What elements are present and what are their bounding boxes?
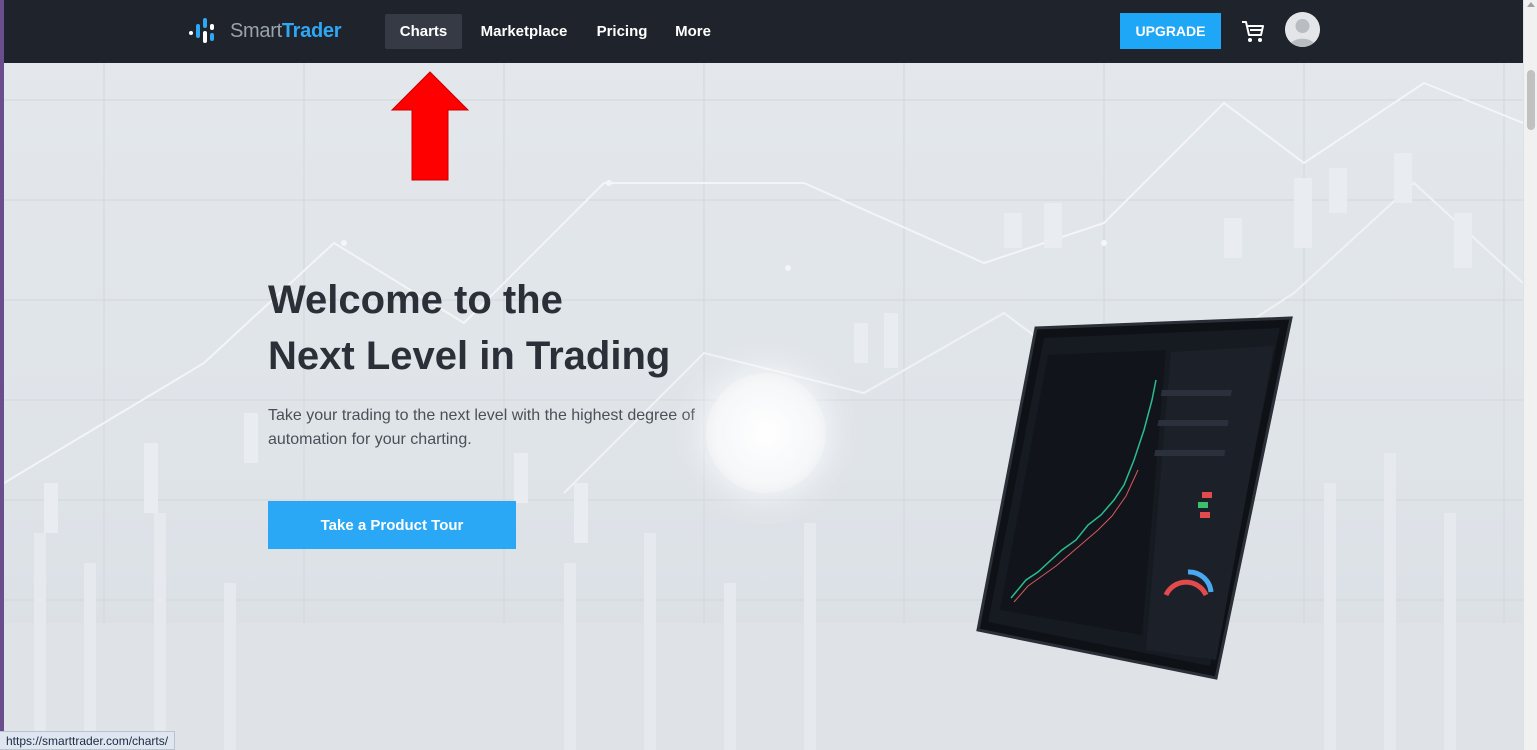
vertical-scrollbar[interactable] <box>1523 0 1537 750</box>
brand-name: SmartTrader <box>230 20 341 43</box>
brand-logo[interactable]: SmartTrader <box>186 14 341 48</box>
tablet-illustration <box>976 316 1293 680</box>
browser-status-url: https://smarttrader.com/charts/ <box>0 731 176 750</box>
glow-circle <box>706 373 826 493</box>
top-navbar: SmartTrader Charts Marketplace Pricing M… <box>4 0 1523 63</box>
red-arrow <box>390 71 470 181</box>
user-avatar[interactable] <box>1285 12 1320 47</box>
brand-name-light: Smart <box>230 19 282 42</box>
logo-mark-icon <box>189 18 214 43</box>
brand-name-bold: Trader <box>281 19 342 42</box>
browser-viewport: SmartTrader Charts Marketplace Pricing M… <box>4 0 1523 750</box>
hero-title-line2: Next Level in Trading <box>268 334 671 378</box>
nav-charts[interactable]: Charts <box>385 14 462 49</box>
nav-pricing[interactable]: Pricing <box>591 14 653 49</box>
hero-title: Welcome to the Next Level in Trading <box>268 272 788 384</box>
scroll-up-icon[interactable] <box>1527 2 1535 7</box>
cart-icon[interactable] <box>1240 18 1266 44</box>
upgrade-button[interactable]: UPGRADE <box>1120 13 1221 49</box>
nav-marketplace[interactable]: Marketplace <box>474 14 574 49</box>
product-tour-button[interactable]: Take a Product Tour <box>268 501 516 549</box>
nav-more[interactable]: More <box>668 14 718 49</box>
hero-subtitle: Take your trading to the next level with… <box>268 407 695 448</box>
scrollbar-thumb[interactable] <box>1527 70 1535 130</box>
avatar-silhouette-icon <box>1285 12 1320 47</box>
hero-title-line1: Welcome to the <box>268 278 563 322</box>
